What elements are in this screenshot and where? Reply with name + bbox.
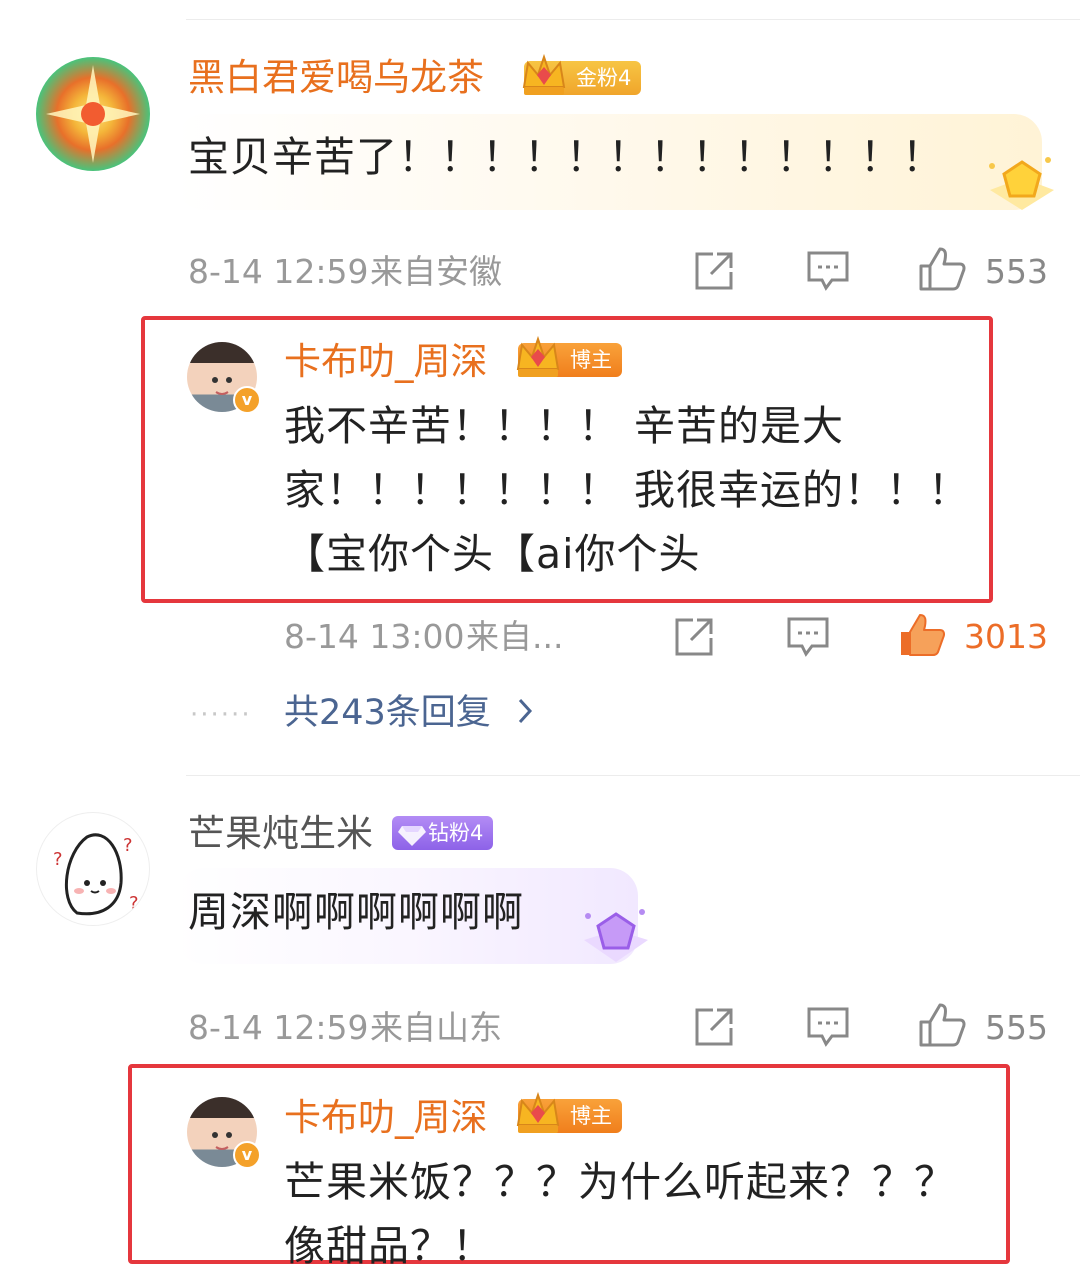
username[interactable]: 芒果炖生米 [188,812,373,856]
fan-badge[interactable]: 钻粉4 [392,816,494,850]
reply-line-2: 家！！！！！！！ 我很幸运的！！！ [284,466,971,514]
like-count: 555 [985,1008,1048,1047]
reply-username[interactable]: 卡布叻_周深 [284,1096,488,1140]
host-badge[interactable]: 博主 [516,335,622,377]
crown-icon [516,1091,560,1133]
top-divider [186,19,1080,20]
svg-text:?: ? [53,849,63,870]
avatar[interactable]: ? ? ? [36,812,150,926]
host-badge[interactable]: 博主 [516,1091,622,1133]
reply-line-1: 我不辛苦！！！！ 辛苦的是大 [284,402,845,450]
host-badge-label: 博主 [570,348,612,372]
like-count: 553 [985,252,1048,291]
svg-text:?: ? [123,835,133,856]
username[interactable]: 黑白君爱喝乌龙茶 [188,56,484,100]
crown-icon [516,335,560,377]
reply-time: 8-14 13:00 [284,617,465,656]
fan-badge[interactable]: 金粉4 [522,53,642,95]
thumbs-up-icon[interactable] [918,246,966,292]
thumbs-up-icon[interactable] [918,1002,966,1048]
share-icon[interactable] [693,250,735,292]
diamond-badge-deco-icon [584,909,648,962]
reply-location: 来自... [466,617,564,656]
comment-text: 周深啊啊啊啊啊啊 [188,888,524,936]
reply-line-3: 【宝你个头【ai你个头 [284,530,701,578]
share-icon[interactable] [693,1006,735,1048]
comment-divider [186,775,1080,776]
dots-separator: ······ [190,700,252,730]
fan-badge-label: 金粉4 [576,66,632,90]
verified-v-icon: v [233,386,261,414]
crown-icon [522,53,566,95]
reply-line-2: 像甜品？！ [284,1222,494,1270]
verified-v-icon: v [233,1141,261,1169]
comment-location: 来自安徽 [370,252,502,291]
rice-grain-avatar-icon: ? ? ? [53,833,139,916]
comment-icon[interactable] [806,1006,850,1048]
reply-like-count: 3013 [964,617,1048,656]
diamond-icon [398,826,426,846]
comment-time: 8-14 12:59 [188,1008,369,1047]
comment-icon[interactable] [786,616,830,658]
comment-text: 宝贝辛苦了！！！！！！！！！！！！！ [188,133,944,181]
avatar-star-icon [46,65,140,163]
thumbs-up-icon[interactable] [898,612,946,658]
share-icon[interactable] [673,616,715,658]
more-replies-link[interactable]: 共243条回复 [284,692,536,734]
fan-badge-label: 钻粉4 [428,821,484,845]
host-badge-label: 博主 [570,1104,612,1128]
reply-line-1: 芒果米饭？？？为什么听起来？？？ [284,1158,956,1206]
gold-badge-deco-icon [989,157,1054,210]
chevron-right-icon [518,698,532,724]
comment-time: 8-14 12:59 [188,252,369,291]
comment-icon[interactable] [806,250,850,292]
more-replies-label: 共243条回复 [284,693,491,733]
svg-text:?: ? [129,893,139,914]
avatar[interactable] [36,57,150,171]
comment-location: 来自山东 [370,1008,502,1047]
reply-username[interactable]: 卡布叻_周深 [284,340,488,384]
